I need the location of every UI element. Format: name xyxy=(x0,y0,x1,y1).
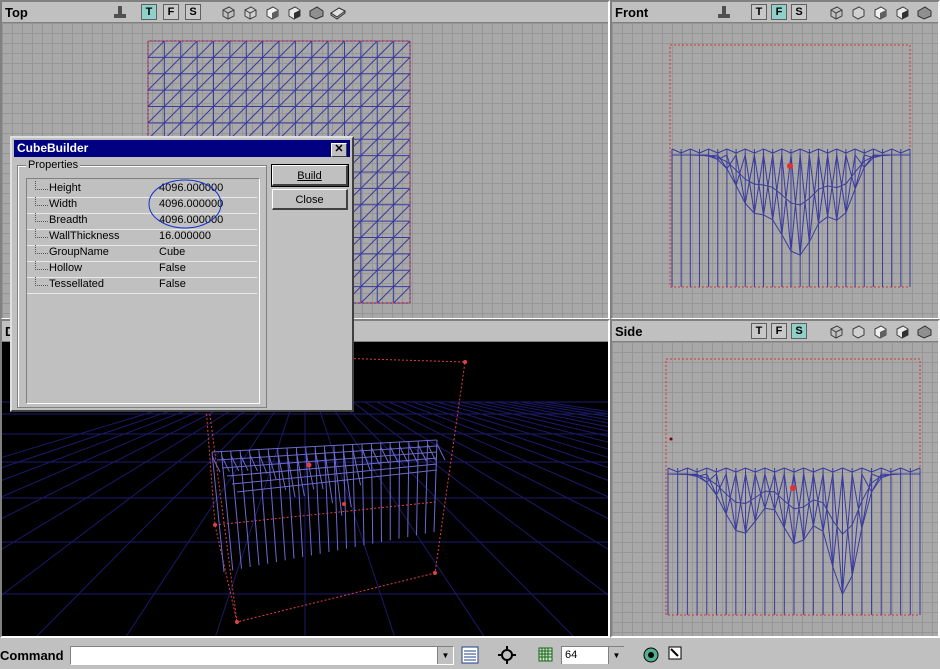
highlight-ellipse xyxy=(148,179,222,229)
grid-size-select[interactable]: 64 ▼ xyxy=(561,646,624,664)
top-view-f-button[interactable]: F xyxy=(163,4,179,20)
wireframe-cube-icon[interactable] xyxy=(828,323,844,339)
property-name: GroupName xyxy=(49,246,109,258)
property-name: Height xyxy=(49,182,81,194)
side-view-s-button[interactable]: S xyxy=(791,323,807,339)
crosshair-icon[interactable] xyxy=(498,646,516,664)
solid-cube-icon[interactable] xyxy=(894,323,910,339)
front-viewport-canvas[interactable] xyxy=(612,23,938,318)
zone-cube-icon[interactable] xyxy=(308,4,324,20)
textured-cube-icon[interactable] xyxy=(850,323,866,339)
side-view-f-button[interactable]: F xyxy=(771,323,787,339)
side-viewport[interactable]: Side T F S xyxy=(610,319,940,638)
property-name: Tessellated xyxy=(49,278,105,290)
property-row[interactable]: GroupName Cube xyxy=(27,245,257,262)
top-viewport-header: Top T F S xyxy=(2,2,608,23)
property-name: Breadth xyxy=(49,214,88,226)
command-label: Command xyxy=(0,648,64,663)
front-viewport-title: Front xyxy=(615,5,649,20)
log-window-icon[interactable] xyxy=(461,646,479,664)
chevron-down-icon[interactable]: ▼ xyxy=(437,647,453,664)
dialog-title-bar[interactable]: CubeBuilder ✕ xyxy=(14,140,350,157)
wireframe-cube-icon[interactable] xyxy=(828,4,844,20)
side-terrain-wireframe xyxy=(665,358,921,616)
camera-icon[interactable] xyxy=(716,4,732,20)
grid-icon[interactable] xyxy=(537,646,555,664)
tree-branch-icon xyxy=(35,261,48,270)
camera-icon[interactable] xyxy=(112,4,128,20)
zone-cube-icon[interactable] xyxy=(916,4,932,20)
cubebuilder-dialog: CubeBuilder ✕ Properties Height 4096.0000… xyxy=(10,136,354,412)
front-viewport-header: Front T F S xyxy=(612,2,938,23)
property-row[interactable]: Hollow False xyxy=(27,261,257,278)
side-viewport-title: Side xyxy=(615,324,643,339)
properties-group: Properties Height 4096.000000 Width 4096.0… xyxy=(17,159,267,408)
front-view-f-button[interactable]: F xyxy=(771,4,787,20)
solid-cube-icon[interactable] xyxy=(894,4,910,20)
lit-cube-icon[interactable] xyxy=(872,323,888,339)
rotation-snap-icon[interactable] xyxy=(642,646,660,664)
close-button[interactable]: Close xyxy=(272,189,348,210)
command-input[interactable]: ▼ xyxy=(70,646,454,665)
front-view-s-button[interactable]: S xyxy=(791,4,807,20)
side-viewport-header: Side T F S xyxy=(612,321,938,342)
wireframe-cube-icon[interactable] xyxy=(220,4,236,20)
top-view-t-button[interactable]: T xyxy=(141,4,157,20)
textured-cube-icon[interactable] xyxy=(242,4,258,20)
textured-cube-icon[interactable] xyxy=(850,4,866,20)
dialog-title: CubeBuilder xyxy=(17,141,89,155)
grid-size-value: 64 xyxy=(565,649,578,661)
top-view-s-button[interactable]: S xyxy=(185,4,201,20)
property-value[interactable]: False xyxy=(159,261,186,276)
command-bar: Command ▼ 64 ▼ xyxy=(0,638,940,669)
lit-cube-icon[interactable] xyxy=(264,4,280,20)
front-view-t-button[interactable]: T xyxy=(751,4,767,20)
front-viewport[interactable]: Front T F S xyxy=(610,0,940,320)
maximize-viewport-icon[interactable] xyxy=(668,646,686,664)
tree-branch-icon xyxy=(35,181,48,190)
property-value[interactable]: False xyxy=(159,277,186,292)
solid-cube-icon[interactable] xyxy=(286,4,302,20)
tree-branch-icon xyxy=(35,245,48,254)
build-button[interactable]: Build xyxy=(271,164,349,187)
property-name: Width xyxy=(49,198,78,210)
close-icon[interactable]: ✕ xyxy=(331,143,347,157)
property-name: WallThickness xyxy=(49,230,120,242)
property-row[interactable]: Tessellated False xyxy=(27,277,257,294)
brush-book-icon[interactable] xyxy=(330,4,346,20)
top-viewport-title: Top xyxy=(5,5,28,20)
zone-cube-icon[interactable] xyxy=(916,323,932,339)
tree-branch-icon xyxy=(35,277,48,286)
property-value[interactable]: Cube xyxy=(159,245,185,260)
side-viewport-canvas[interactable] xyxy=(612,342,938,636)
property-name: Hollow xyxy=(49,262,83,274)
side-view-t-button[interactable]: T xyxy=(751,323,767,339)
tree-branch-icon xyxy=(35,197,48,206)
property-list[interactable]: Height 4096.000000 Width 4096.000000 Bread… xyxy=(26,178,260,404)
tree-branch-icon xyxy=(35,213,48,222)
chevron-down-icon[interactable]: ▼ xyxy=(608,647,624,664)
front-terrain-wireframe xyxy=(669,44,911,288)
properties-group-label: Properties xyxy=(26,159,81,171)
lit-cube-icon[interactable] xyxy=(872,4,888,20)
tree-branch-icon xyxy=(35,229,48,238)
